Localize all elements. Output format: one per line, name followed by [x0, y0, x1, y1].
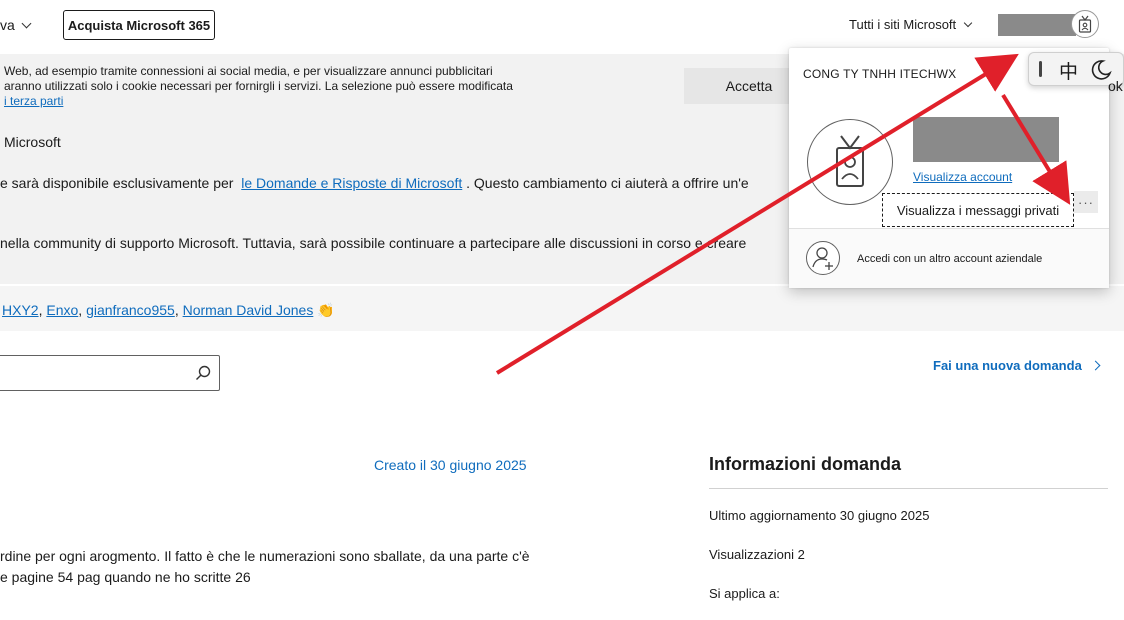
- popup-account-name-redacted: [913, 117, 1059, 162]
- notice-line-2: nella community di supporto Microsoft. T…: [0, 235, 747, 251]
- ask-new-question-link[interactable]: Fai una nuova domanda: [933, 358, 1101, 373]
- sign-in-other-account-label: Accedi con un altro account aziendale: [857, 253, 1043, 265]
- more-options-button[interactable]: ···: [1074, 191, 1098, 213]
- divider: [709, 488, 1108, 489]
- notice-text-pre: e sarà disponibile esclusivamente per: [0, 175, 234, 191]
- view-private-messages-item[interactable]: Visualizza i messaggi privati: [882, 193, 1074, 227]
- search-icon[interactable]: [194, 364, 212, 382]
- cookie-line-2: aranno utilizzati solo i cookie necessar…: [4, 79, 513, 93]
- user-link-norman-david-jones[interactable]: Norman David Jones: [183, 302, 314, 318]
- ask-new-question-label: Fai una nuova domanda: [933, 358, 1082, 373]
- user-link-hxy2[interactable]: HXY2: [2, 302, 39, 318]
- question-body-line-2: e pagine 54 pag quando ne ho scritte 26: [0, 569, 251, 585]
- cookie-line-1: Web, ad esempio tramite connessioni ai s…: [4, 64, 493, 78]
- user-link-enxo[interactable]: Enxo: [46, 302, 78, 318]
- notice-heading: Microsoft: [4, 134, 61, 150]
- account-avatar-button[interactable]: [1071, 10, 1099, 38]
- site-header: va Acquista Microsoft 365 Tutti i siti M…: [0, 0, 1124, 54]
- clap-emoji: 👏: [317, 302, 335, 318]
- ok-partial-text: ok: [1108, 78, 1123, 94]
- last-updated: Ultimo aggiornamento 30 giugno 2025: [709, 508, 930, 523]
- add-person-icon: [806, 241, 840, 275]
- notice-text-post: . Questo cambiamento ci aiuterà a offrir…: [466, 175, 749, 191]
- view-account-link[interactable]: Visualizza account: [913, 170, 1012, 184]
- ime-drag-handle[interactable]: [1039, 61, 1042, 77]
- question-info-title: Informazioni domanda: [709, 454, 902, 474]
- badge-icon: [1078, 15, 1092, 33]
- badge-icon: [836, 135, 864, 187]
- question-body-line-1: rdine per ogni arogmento. Il fatto è che…: [0, 548, 530, 564]
- all-microsoft-sites-menu[interactable]: Tutti i siti Microsoft: [849, 17, 973, 32]
- nav-menu-label: va: [0, 17, 15, 33]
- organization-name: CONG TY TNHH ITECHWX: [803, 67, 957, 81]
- account-name-redacted[interactable]: [998, 14, 1076, 36]
- users-bar: HXY2, Enxo, gianfranco955, Norman David …: [0, 286, 1124, 331]
- qa-link[interactable]: le Domande e Risposte di Microsoft: [241, 175, 462, 191]
- chevron-right-icon: [1090, 360, 1101, 371]
- created-date[interactable]: Creato il 30 giugno 2025: [374, 457, 527, 473]
- users-list: HXY2, Enxo, gianfranco955, Norman David …: [2, 302, 335, 318]
- all-sites-label: Tutti i siti Microsoft: [849, 17, 957, 32]
- nav-menu-partial[interactable]: va: [0, 17, 32, 33]
- sign-in-other-account-row[interactable]: Accedi con un altro account aziendale: [789, 229, 1109, 288]
- third-party-link[interactable]: i terza parti: [4, 94, 63, 108]
- buy-microsoft-365-button[interactable]: Acquista Microsoft 365: [63, 10, 215, 40]
- cookie-text: Web, ad esempio tramite connessioni ai s…: [4, 64, 594, 109]
- search-input[interactable]: [0, 355, 220, 391]
- applies-to: Si applica a:: [709, 586, 780, 601]
- notice-line-1: e sarà disponibile esclusivamente per le…: [0, 175, 749, 191]
- account-avatar: [807, 119, 893, 205]
- chevron-down-icon: [963, 18, 973, 28]
- ime-language-toggle[interactable]: 中: [1059, 57, 1078, 84]
- user-link-gianfranco955[interactable]: gianfranco955: [86, 302, 175, 318]
- chevron-down-icon: [21, 18, 32, 29]
- view-count: Visualizzazioni 2: [709, 547, 805, 562]
